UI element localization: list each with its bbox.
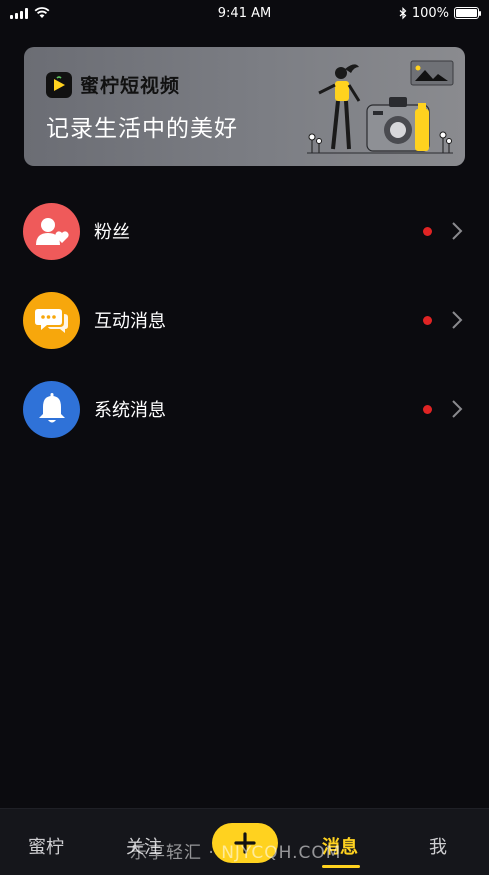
battery-percent: 100% [411,5,449,21]
unread-dot [423,226,432,236]
bell-icon [23,380,80,438]
wifi-icon [34,7,50,18]
tab-home[interactable]: 蜜柠 [28,833,64,859]
message-row-label: 系统消息 [94,400,166,421]
status-bar: 9:41 AM 100% [0,0,489,26]
unread-dot [423,404,432,414]
brand-name: 蜜柠短视频 [80,75,181,97]
tab-following[interactable]: 关注 [126,833,162,859]
battery-level [456,9,477,17]
banner-logo-row: 蜜柠短视频 [46,71,180,98]
message-row-fans[interactable]: 粉丝 [0,191,489,271]
chevron-right-icon [452,311,463,329]
status-right: 100% [399,5,481,21]
message-row-label: 互动消息 [94,311,166,332]
camera-girl-illustration [307,60,454,154]
add-video-button[interactable] [212,823,278,863]
plus-icon [234,832,256,854]
message-row-label: 粉丝 [94,222,130,243]
banner-slogan: 记录生活中的美好 [46,116,238,142]
tab-me[interactable]: 我 [429,833,447,859]
message-row-interactions[interactable]: 互动消息 [0,280,489,360]
chevron-right-icon [452,400,463,418]
signal-icon [10,7,28,19]
tab-messages[interactable]: 消息 [322,833,358,859]
active-tab-indicator [322,865,360,868]
status-left [10,7,50,19]
battery-icon [454,7,481,19]
message-row-system[interactable]: 系统消息 [0,369,489,449]
app-logo-icon [46,71,72,98]
bluetooth-icon [399,6,407,19]
fans-icon [23,202,80,260]
chevron-right-icon [452,222,463,240]
chat-icon [23,291,80,349]
bottom-tab-bar: 蜜柠 关注 消息 我 [0,808,489,875]
unread-dot [423,315,432,325]
promo-banner[interactable]: 蜜柠短视频 记录生活中的美好 [24,47,465,166]
